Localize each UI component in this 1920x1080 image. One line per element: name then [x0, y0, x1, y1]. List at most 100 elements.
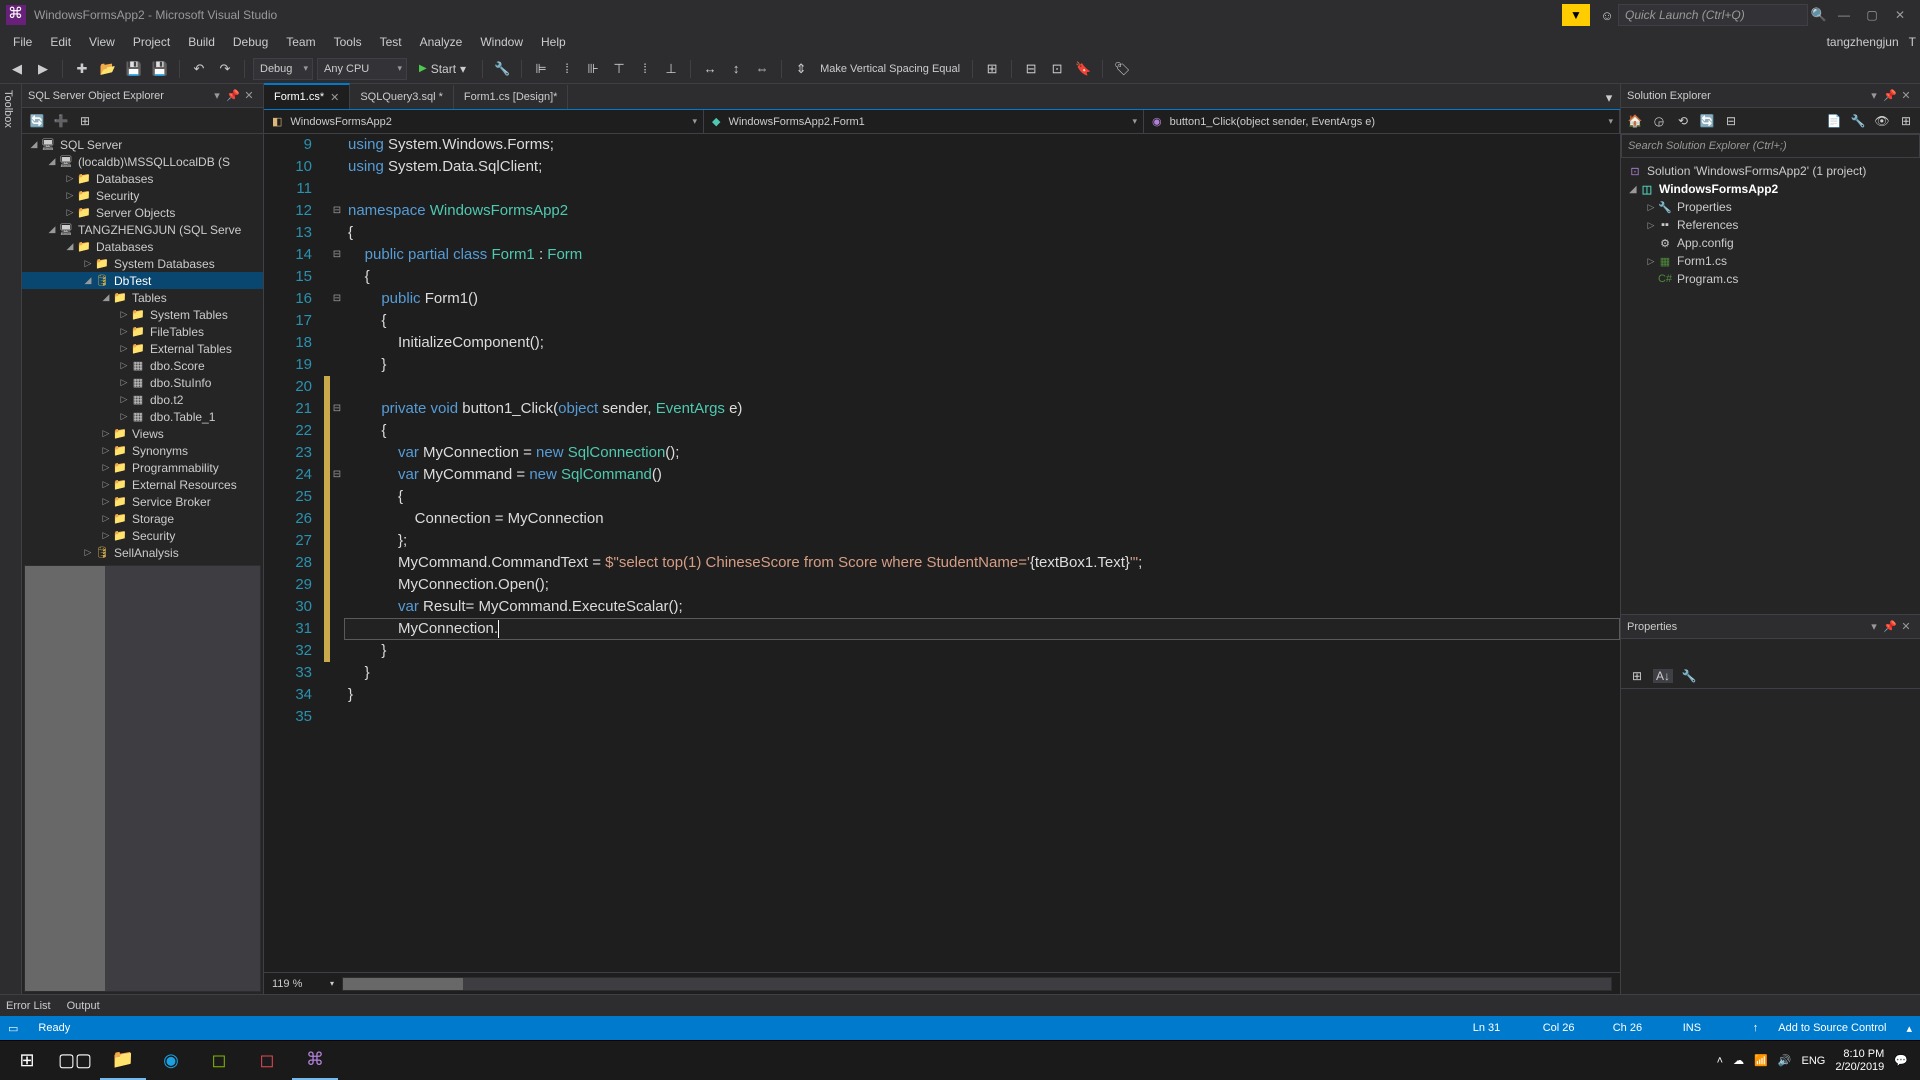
output-tab[interactable]: Output [67, 1000, 100, 1012]
close-button[interactable]: ✕ [1886, 8, 1914, 22]
tray-lang[interactable]: ENG [1802, 1055, 1826, 1067]
align-top-icon[interactable]: ⊤ [608, 58, 630, 80]
app-taskbar-icon-2[interactable]: ◻ [244, 1042, 290, 1080]
menu-file[interactable]: File [4, 35, 41, 49]
editor-hscroll[interactable] [342, 977, 1612, 991]
hspace-icon[interactable]: ↔ [699, 58, 721, 80]
tray-clock[interactable]: 8:10 PM 2/20/2019 [1835, 1048, 1884, 1074]
nav-member-combo[interactable]: button1_Click(object sender, EventArgs e… [1144, 110, 1620, 133]
menu-view[interactable]: View [80, 35, 124, 49]
tray-wifi-icon[interactable]: 📶 [1754, 1054, 1768, 1067]
menu-analyze[interactable]: Analyze [411, 35, 472, 49]
align-right-icon[interactable]: ⊪ [582, 58, 604, 80]
save-button[interactable]: 💾 [123, 58, 145, 80]
toolbox-tab[interactable]: Toolbox [2, 90, 14, 988]
zoom-combo[interactable]: 119 % [272, 978, 322, 990]
menu-debug[interactable]: Debug [224, 35, 277, 49]
dropdown-icon[interactable]: ▾ [209, 89, 225, 102]
props-pin-icon[interactable]: 📌 [1882, 620, 1898, 633]
menu-tools[interactable]: Tools [325, 35, 371, 49]
explorer-taskbar-icon[interactable]: 📁 [100, 1042, 146, 1080]
start-button[interactable]: Start ▾ [411, 62, 474, 76]
solution-tree[interactable]: ⊡Solution 'WindowsFormsApp2' (1 project)… [1621, 158, 1920, 614]
bookmark2-icon[interactable]: 🏷 [1111, 58, 1133, 80]
layout-icon[interactable]: 🔧 [491, 58, 513, 80]
solution-search-input[interactable]: Search Solution Explorer (Ctrl+;) [1621, 134, 1920, 158]
nav-back-button[interactable]: ◀ [6, 58, 28, 80]
se-dropdown-icon[interactable]: ▾ [1866, 89, 1882, 102]
vs-taskbar-icon[interactable]: ⌘ [292, 1042, 338, 1080]
group-icon[interactable]: ⊞ [76, 114, 94, 128]
new-project-button[interactable]: ✚ [71, 58, 93, 80]
status-source-control[interactable]: Add to Source Control [1778, 1022, 1886, 1034]
se-pin-icon[interactable]: 📌 [1882, 89, 1898, 102]
vspacing-icon[interactable]: ⇕ [790, 58, 812, 80]
tray-speaker-icon[interactable]: 🔊 [1778, 1054, 1792, 1067]
browser-taskbar-icon[interactable]: ◉ [148, 1042, 194, 1080]
se-back-icon[interactable]: ◶ [1649, 114, 1669, 128]
nav-project-combo[interactable]: WindowsFormsApp2 [264, 110, 704, 133]
save-all-button[interactable]: 💾 [149, 58, 171, 80]
sql-hscroll[interactable] [24, 565, 261, 992]
align-left-icon[interactable]: ⊫ [530, 58, 552, 80]
status-publish-icon[interactable]: ↑ [1753, 1022, 1759, 1034]
se-props-icon[interactable]: 🔧 [1848, 114, 1868, 128]
redo-button[interactable]: ↷ [214, 58, 236, 80]
menu-help[interactable]: Help [532, 35, 575, 49]
uncomment-icon[interactable]: ⊡ [1046, 58, 1068, 80]
props-wrench-icon[interactable]: 🔧 [1679, 669, 1699, 683]
props-close-icon[interactable]: ✕ [1898, 620, 1914, 633]
tab-form1-design[interactable]: Form1.cs [Design]* [454, 85, 569, 109]
undo-button[interactable]: ↶ [188, 58, 210, 80]
user-avatar[interactable]: T [1909, 35, 1916, 49]
tab-form1-cs[interactable]: Form1.cs*✕ [264, 83, 350, 109]
feedback-icon[interactable]: ☺ [1596, 4, 1618, 26]
se-collapse-icon[interactable]: ⊟ [1721, 114, 1741, 128]
menu-build[interactable]: Build [179, 35, 224, 49]
menu-window[interactable]: Window [471, 35, 532, 49]
minimize-button[interactable]: — [1830, 8, 1858, 22]
menu-team[interactable]: Team [277, 35, 324, 49]
code-editor[interactable]: 9101112131415161718192021222324252627282… [264, 134, 1620, 972]
notification-flag-icon[interactable]: ▼ [1562, 4, 1590, 26]
se-sync-icon[interactable]: ⟲ [1673, 114, 1693, 128]
space-icon[interactable]: ⇔ [751, 58, 773, 80]
task-view-button[interactable]: ▢▢ [52, 1042, 98, 1080]
tab-order-icon[interactable]: ⊞ [981, 58, 1003, 80]
quick-launch-input[interactable]: Quick Launch (Ctrl+Q) [1618, 4, 1808, 26]
add-server-icon[interactable]: ➕ [52, 114, 70, 128]
config-combo[interactable]: Debug [253, 58, 313, 80]
tray-notifications-icon[interactable]: 💬 [1894, 1054, 1908, 1067]
se-view-icon[interactable]: ⊞ [1896, 114, 1916, 128]
sql-tree[interactable]: ◢🖥SQL Server ◢🖥(localdb)\MSSQLLocalDB (S… [22, 134, 263, 563]
spacing-label[interactable]: Make Vertical Spacing Equal [816, 63, 964, 75]
app-taskbar-icon-1[interactable]: ◻ [196, 1042, 242, 1080]
nav-class-combo[interactable]: WindowsFormsApp2.Form1 [704, 110, 1144, 133]
error-list-tab[interactable]: Error List [6, 1000, 51, 1012]
comment-icon[interactable]: ⊟ [1020, 58, 1042, 80]
menu-project[interactable]: Project [124, 35, 179, 49]
tray-cloud-icon[interactable]: ☁ [1733, 1054, 1744, 1067]
user-name[interactable]: tangzhengjun [1817, 35, 1909, 49]
menu-test[interactable]: Test [371, 35, 411, 49]
tabs-dropdown-icon[interactable]: ▾ [1598, 87, 1620, 109]
open-button[interactable]: 📂 [97, 58, 119, 80]
tab-sqlquery3[interactable]: SQLQuery3.sql * [350, 85, 454, 109]
align-mid-icon[interactable]: ⁞ [634, 58, 656, 80]
tray-up-icon[interactable]: ˄ [1717, 1055, 1723, 1067]
search-icon[interactable]: 🔍 [1808, 4, 1830, 26]
close-panel-icon[interactable]: ✕ [241, 89, 257, 102]
align-bot-icon[interactable]: ⊥ [660, 58, 682, 80]
se-refresh-icon[interactable]: 🔄 [1697, 114, 1717, 128]
se-home-icon[interactable]: 🏠 [1625, 114, 1645, 128]
se-preview-icon[interactable]: 👁 [1872, 114, 1892, 128]
system-tray[interactable]: ˄ ☁ 📶 🔊 ENG 8:10 PM 2/20/2019 💬 [1717, 1048, 1916, 1074]
platform-combo[interactable]: Any CPU [317, 58, 407, 80]
se-showall-icon[interactable]: 📄 [1824, 114, 1844, 128]
props-az-icon[interactable]: A↓ [1653, 669, 1673, 683]
props-dropdown-icon[interactable]: ▾ [1866, 620, 1882, 633]
menu-edit[interactable]: Edit [41, 35, 80, 49]
bookmark-icon[interactable]: 🔖 [1072, 58, 1094, 80]
se-close-icon[interactable]: ✕ [1898, 89, 1914, 102]
tab-close-icon[interactable]: ✕ [330, 91, 339, 104]
